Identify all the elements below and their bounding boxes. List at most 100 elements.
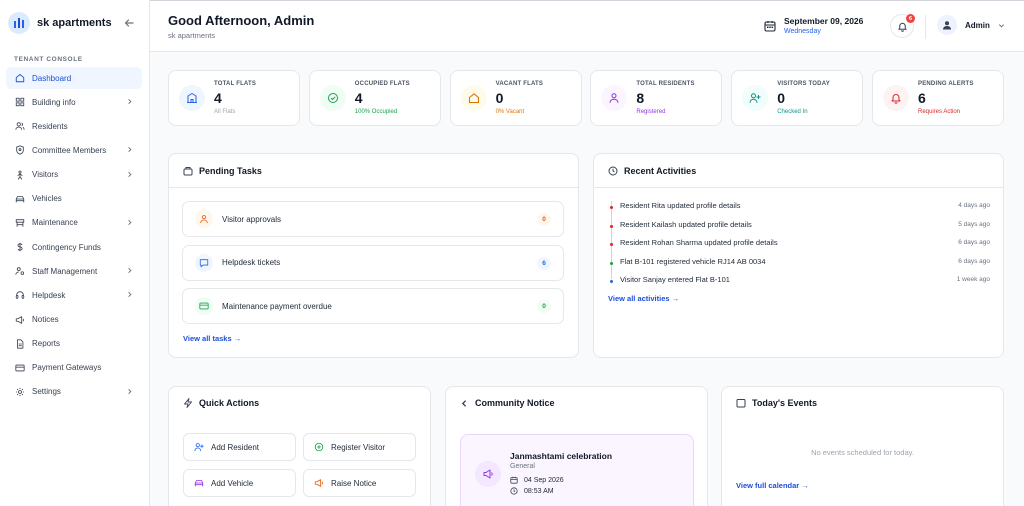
stat-card-total-flats[interactable]: TOTAL FLATS 4 All Flats	[168, 70, 300, 126]
avatar	[937, 15, 957, 35]
plus-circle-icon	[314, 442, 331, 452]
chevron-right-icon	[126, 267, 133, 274]
chevron-left-icon	[461, 399, 467, 407]
stat-card-vacant-flats[interactable]: VACANT FLATS 0 0% Vacant	[449, 70, 582, 126]
sidebar-item-label: Dashboard	[32, 73, 72, 83]
sidebar-item-notices[interactable]: Notices	[6, 309, 142, 331]
stat-subtext: All Flats	[214, 109, 236, 115]
activity-time: 6 days ago	[958, 257, 990, 265]
sidebar-item-helpdesk[interactable]: Helpdesk	[6, 284, 142, 306]
sidebar-item-staff-management[interactable]: Staff Management	[6, 260, 142, 282]
notice-item[interactable]: Janmashtami celebration General 04 Sep 2…	[460, 434, 694, 506]
chevron-right-icon	[126, 291, 133, 298]
quick-actions-header: Quick Actions	[183, 398, 259, 408]
sidebar-item-settings[interactable]: Settings	[6, 381, 142, 403]
building-icon	[179, 85, 205, 111]
no-events-message: No events scheduled for today.	[811, 448, 914, 457]
activity-time: 5 days ago	[958, 220, 990, 228]
notice-title: Janmashtami celebration	[510, 451, 613, 461]
chevron-right-icon	[126, 388, 133, 395]
view-full-calendar-link[interactable]: View full calendar →	[736, 481, 809, 490]
gear-icon	[15, 387, 25, 397]
sidebar-item-visitors[interactable]: Visitors	[6, 164, 142, 186]
sidebar-item-contingency-funds[interactable]: Contingency Funds	[6, 236, 142, 258]
task-label: Maintenance payment overdue	[222, 301, 332, 311]
grid-icon	[15, 97, 25, 107]
notice-time: 08:53 AM	[524, 487, 554, 495]
sidebar-item-building-info[interactable]: Building info	[6, 91, 142, 113]
task-count-badge: 0	[537, 213, 551, 226]
megaphone-icon	[15, 315, 25, 325]
sidebar-item-dashboard[interactable]: Dashboard	[6, 67, 142, 89]
user-plus-icon	[194, 442, 211, 452]
file-icon	[15, 339, 25, 349]
stat-card-total-residents[interactable]: TOTAL RESIDENTS 8 Registered	[590, 70, 723, 126]
notice-time-row: 08:53 AM	[510, 487, 554, 495]
task-item[interactable]: Maintenance payment overdue 0	[182, 288, 564, 324]
date-display: September 09, 2026 Wednesday	[764, 16, 863, 35]
add-vehicle-button[interactable]: Add Vehicle	[183, 469, 296, 497]
building-logo-icon	[8, 12, 30, 34]
add-resident-button[interactable]: Add Resident	[183, 433, 296, 461]
timeline-dot	[610, 206, 613, 209]
stat-label: VISITORS TODAY	[777, 81, 830, 87]
stat-label: TOTAL RESIDENTS	[636, 81, 695, 87]
user-walk-icon	[15, 170, 25, 180]
timeline-dot	[610, 261, 613, 265]
card-icon	[15, 363, 25, 373]
lightning-icon	[184, 398, 192, 408]
sidebar-item-maintenance[interactable]: Maintenance	[6, 212, 142, 234]
sidebar-item-residents[interactable]: Residents	[6, 115, 142, 137]
stat-subtext: Registered	[636, 109, 666, 115]
sidebar-item-committee-members[interactable]: Committee Members	[6, 139, 142, 161]
stat-subtext: 100% Occupied	[354, 109, 398, 115]
car-icon	[15, 194, 25, 204]
quick-action-label: Raise Notice	[331, 478, 377, 488]
pending-tasks-card: Pending Tasks Visitor approvals 0 Helpdesk…	[168, 153, 579, 358]
raise-notice-button[interactable]: Raise Notice	[303, 469, 416, 497]
task-count-badge: 6	[537, 256, 551, 270]
sidebar-item-label: Maintenance	[32, 218, 78, 228]
card-icon	[195, 297, 213, 315]
user-name: Admin	[965, 20, 990, 30]
brand[interactable]: sk apartments	[8, 12, 142, 34]
view-all-tasks-link[interactable]: View all tasks →	[183, 334, 241, 343]
task-item[interactable]: Visitor approvals 0	[182, 201, 564, 237]
activity-time: 6 days ago	[958, 239, 990, 247]
quick-action-label: Add Vehicle	[211, 478, 254, 488]
register-visitor-button[interactable]: Register Visitor	[303, 433, 416, 461]
calendar-icon	[510, 476, 518, 484]
divider	[594, 187, 1003, 188]
sidebar-item-label: Notices	[32, 315, 59, 324]
task-item[interactable]: Helpdesk tickets 6	[182, 244, 564, 281]
quick-actions-card: Quick Actions Add Resident Register Visit…	[168, 386, 431, 506]
stat-card-pending-alerts[interactable]: PENDING ALERTS 6 Requires Action	[872, 70, 1004, 126]
wrench-icon	[15, 218, 25, 228]
user-menu[interactable]: Admin	[937, 15, 1005, 35]
stat-card-occupied-flats[interactable]: OCCUPIED FLATS 4 100% Occupied	[308, 70, 441, 126]
view-all-activities-link[interactable]: View all activities →	[608, 294, 679, 303]
sidebar-item-label: Staff Management	[32, 266, 98, 276]
page-subtitle: sk apartments	[168, 31, 216, 40]
sidebar-item-label: Residents	[32, 121, 68, 131]
sidebar-item-reports[interactable]: Reports	[6, 333, 142, 355]
notifications-button[interactable]: 6	[890, 14, 915, 38]
stat-card-visitors-today[interactable]: VISITORS TODAY 0 Checked In	[731, 70, 864, 126]
activity-item: Flat B-101 registered vehicle RJ14 AB 00…	[608, 257, 990, 271]
sidebar-item-payment-gateways[interactable]: Payment Gateways	[6, 357, 142, 379]
quick-action-label: Add Resident	[211, 442, 260, 452]
sidebar-item-label: Committee Members	[32, 145, 107, 155]
community-notice-title: Community Notice	[475, 398, 555, 408]
activity-text: Resident Kailash updated profile details	[620, 219, 752, 229]
recent-activities-title: Recent Activities	[624, 166, 697, 176]
brand-name: sk apartments	[37, 17, 112, 29]
activity-item: Resident Rohan Sharma updated profile de…	[608, 238, 990, 252]
car-icon	[194, 478, 211, 488]
sidebar-item-label: Payment Gateways	[32, 363, 102, 373]
divider	[169, 187, 578, 188]
stat-value: 4	[214, 90, 222, 106]
current-date: September 09, 2026	[784, 16, 864, 26]
collapse-sidebar-icon[interactable]	[124, 18, 134, 28]
sidebar-item-vehicles[interactable]: Vehicles	[6, 188, 142, 210]
sidebar-item-label: Helpdesk	[32, 290, 66, 300]
